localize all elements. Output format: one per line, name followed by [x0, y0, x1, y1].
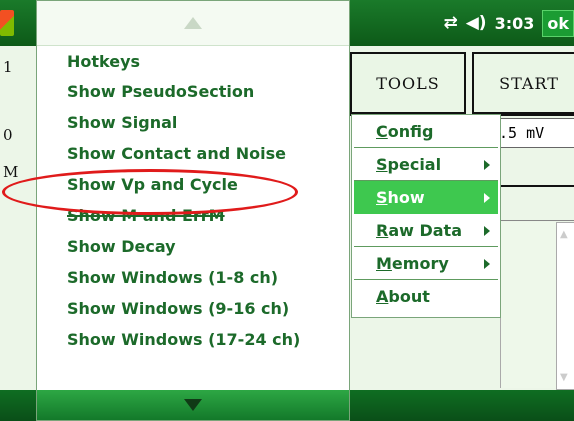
- submenu-item-show-windows-17-24[interactable]: Show Windows (17-24 ch): [67, 324, 300, 355]
- tools-button[interactable]: TOOLS: [350, 52, 466, 114]
- menu-item-label: Raw Data: [376, 220, 462, 240]
- submenu-item-show-signal[interactable]: Show Signal: [67, 107, 300, 138]
- scroll-down-icon[interactable]: ▼: [560, 372, 568, 383]
- left-label-fragment: 1: [3, 58, 13, 76]
- chevron-right-icon: [484, 226, 490, 236]
- menu-item-raw-data[interactable]: Raw Data: [354, 214, 498, 247]
- menu-item-show[interactable]: Show: [354, 181, 498, 214]
- scroll-up-icon: [184, 17, 202, 29]
- menu-item-label: Special: [376, 154, 442, 174]
- sync-arrows-icon[interactable]: ⇄: [443, 13, 457, 33]
- submenu-item-show-windows-1-8[interactable]: Show Windows (1-8 ch): [67, 262, 300, 293]
- chevron-right-icon: [484, 160, 490, 170]
- menu-item-label: About: [376, 287, 430, 306]
- left-label-fragment: 0: [3, 126, 13, 144]
- scroll-up-icon[interactable]: ▲: [560, 229, 568, 240]
- submenu-item-hotkeys[interactable]: Hotkeys: [67, 52, 300, 76]
- submenu-item-show-windows-9-16[interactable]: Show Windows (9-16 ch): [67, 293, 300, 324]
- menu-item-label: Show: [376, 187, 425, 207]
- submenu-item-show-pseudosection[interactable]: Show PseudoSection: [67, 76, 300, 107]
- left-label-fragment: M: [3, 163, 19, 181]
- submenu-item-show-contact-and-noise[interactable]: Show Contact and Noise: [67, 138, 300, 169]
- frame-divider: [500, 220, 574, 221]
- menu-item-special[interactable]: Special: [354, 148, 498, 181]
- frame-divider: [500, 185, 574, 187]
- chevron-right-icon: [484, 259, 490, 269]
- menu-item-label: Config: [376, 121, 434, 141]
- red-highlight-ellipse: [2, 169, 298, 215]
- scroll-down-icon: [184, 399, 202, 411]
- speaker-icon[interactable]: ◀): [466, 13, 487, 33]
- menu-item-config[interactable]: Config: [354, 115, 498, 148]
- menu-item-about[interactable]: About: [354, 280, 498, 313]
- windows-start-icon[interactable]: [0, 10, 14, 36]
- readout-field: .5 mV: [492, 118, 574, 148]
- submenu-scroll-down[interactable]: [37, 390, 349, 420]
- status-area: ⇄ ◀) 3:03 ok: [443, 0, 574, 46]
- main-menu: Config Special Show Raw Data Memory Abou…: [351, 114, 501, 318]
- menu-item-label: Memory: [376, 253, 449, 273]
- submenu-item-show-decay[interactable]: Show Decay: [67, 231, 300, 262]
- menu-item-memory[interactable]: Memory: [354, 247, 498, 280]
- chevron-right-icon: [484, 193, 490, 203]
- data-grid[interactable]: [500, 222, 557, 388]
- submenu-scroll-up[interactable]: [37, 1, 349, 46]
- vertical-scrollbar[interactable]: ▲ ▼: [556, 222, 574, 390]
- clock[interactable]: 3:03: [495, 14, 535, 33]
- start-button[interactable]: START: [472, 52, 574, 114]
- ok-button[interactable]: ok: [542, 9, 574, 37]
